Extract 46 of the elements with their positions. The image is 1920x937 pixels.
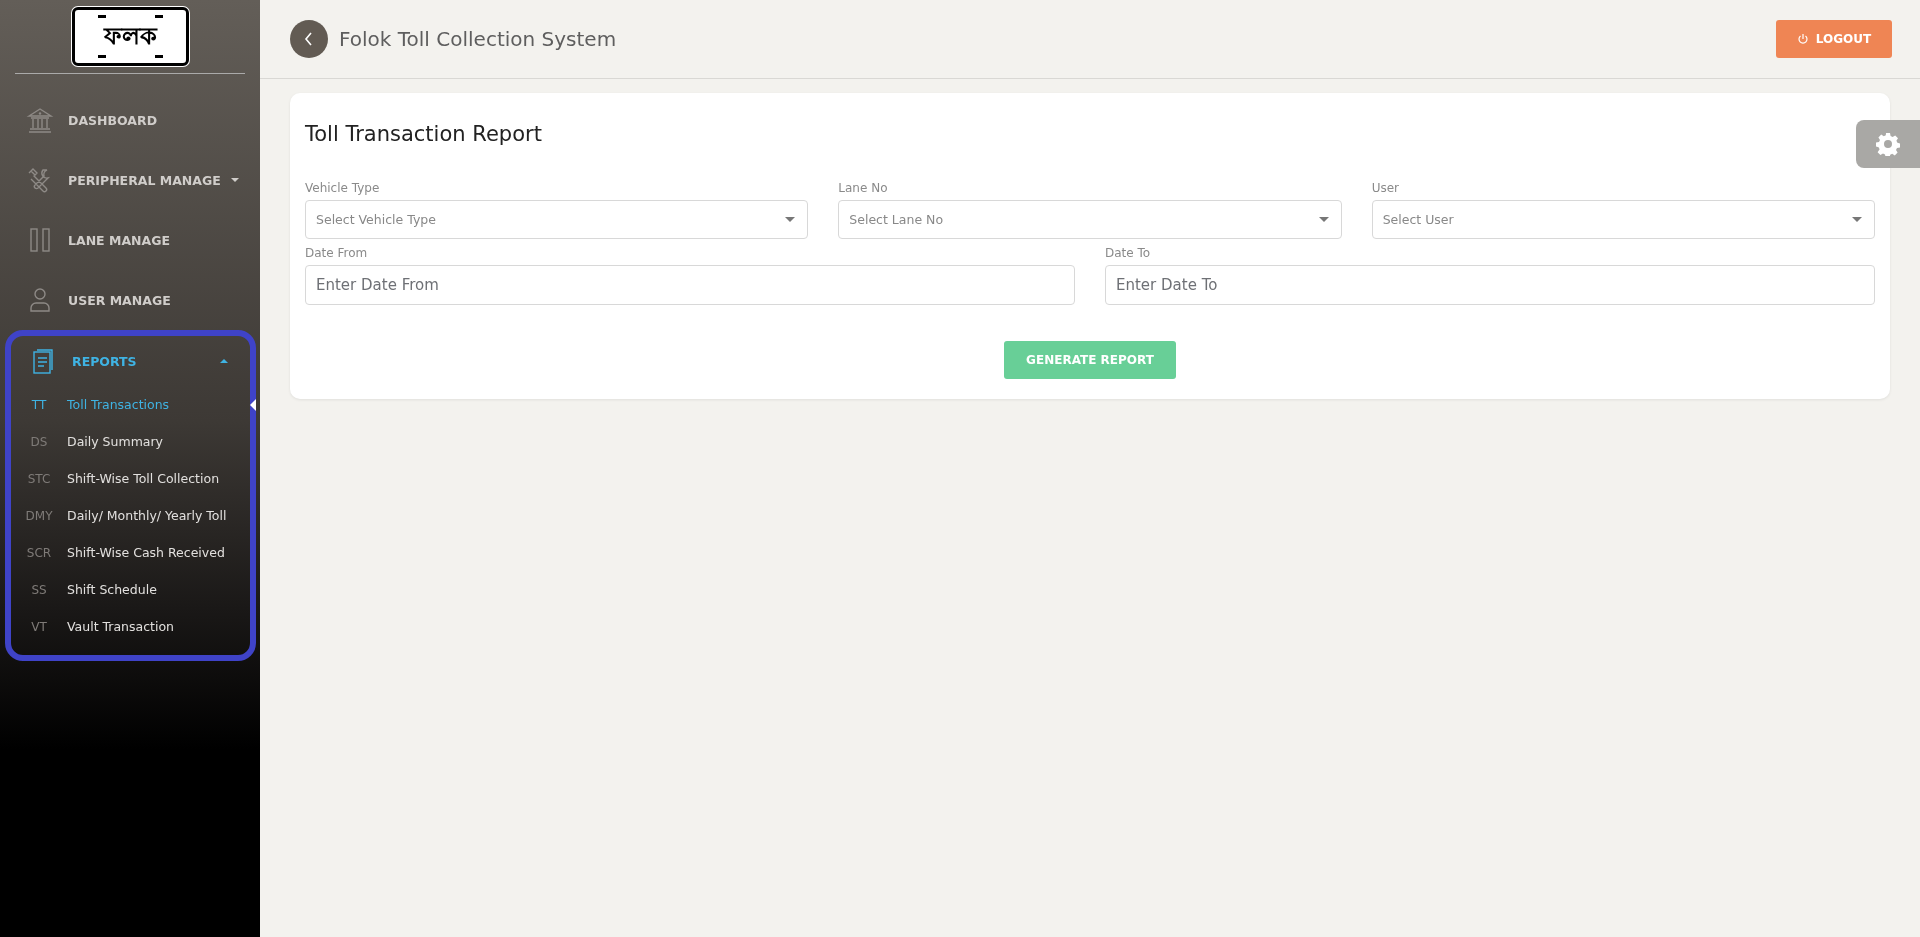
power-icon (1796, 33, 1809, 45)
bank-icon (26, 106, 54, 134)
submenu-abbr: DS (29, 434, 49, 449)
submenu-label: Daily Summary (67, 434, 163, 449)
submenu-label: Toll Transactions (67, 397, 170, 412)
report-title: Toll Transaction Report (305, 122, 543, 146)
submenu-item[interactable]: DS Daily Summary (11, 423, 250, 460)
app-title: Folok Toll Collection System (339, 27, 617, 51)
nav-item[interactable]: LANE MANAGE (0, 210, 260, 270)
submenu-label: Daily/ Monthly/ Yearly Toll (67, 508, 227, 523)
field-label: Date To (1105, 246, 1152, 260)
submenu-item[interactable]: DMY Daily/ Monthly/ Yearly Toll (11, 497, 250, 534)
nav-item[interactable]: USER MANAGE (0, 270, 260, 330)
field-label: Vehicle Type (305, 181, 381, 195)
submenu-abbr: SS (30, 582, 48, 597)
input-field[interactable]: Enter Date From (305, 265, 1075, 305)
dropdown-caret-icon (1852, 217, 1862, 222)
dropdown-caret-icon (1318, 217, 1329, 222)
submenu-label: Shift-Wise Cash Received (67, 545, 225, 560)
submenu-item[interactable]: VT Vault Transaction (11, 608, 250, 645)
input-field[interactable]: Enter Date To (1105, 265, 1875, 305)
dropdown[interactable]: Select Vehicle Type (305, 200, 809, 239)
submenu-label: Shift-Wise Toll Collection (67, 471, 220, 486)
dropdown[interactable]: Select Lane No (838, 200, 1342, 239)
field-label: Date From (305, 246, 369, 260)
nav-item[interactable]: DASHBOARD (0, 90, 260, 150)
submenu-abbr: DMY (24, 508, 54, 523)
submenu-item[interactable]: SS Shift Schedule (11, 571, 250, 608)
submenu-item[interactable]: SCR Shift-Wise Cash Received (11, 534, 250, 571)
submenu-label: Vault Transaction (67, 619, 175, 634)
nav-item[interactable]: PERIPHERAL MANAGE (0, 150, 260, 210)
dropdown[interactable]: Select User (1371, 200, 1875, 239)
gear-icon (1876, 132, 1900, 156)
field-label: Lane No (838, 181, 889, 195)
submenu-label: Shift Schedule (67, 582, 157, 597)
nav-item[interactable]: REPORTS (11, 336, 250, 386)
submenu-item[interactable]: STC Shift-Wise Toll Collection (11, 460, 250, 497)
dropdown-caret-icon (785, 217, 796, 222)
submenu-abbr: VT (30, 619, 48, 634)
chevron-left-icon (303, 31, 315, 47)
submenu-abbr: TT (30, 397, 48, 412)
submenu-abbr: STC (26, 471, 52, 486)
logo: ফলক (71, 7, 189, 66)
submenu-abbr: SCR (25, 545, 53, 560)
back-button[interactable] (290, 20, 328, 58)
field-label: User (1371, 181, 1400, 195)
